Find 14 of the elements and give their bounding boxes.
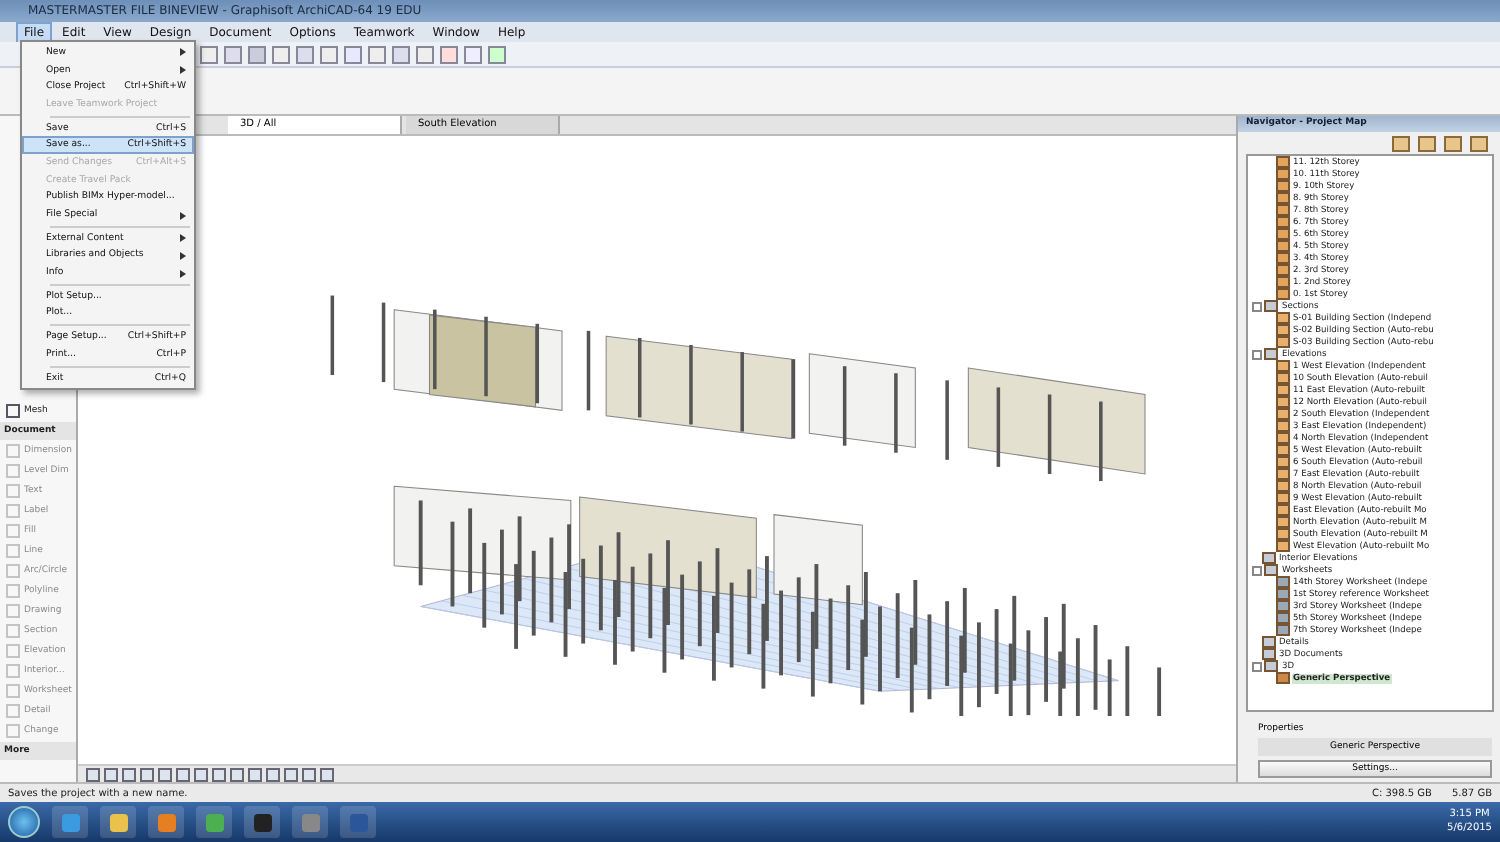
taskbar-app-icon[interactable]: [292, 806, 328, 838]
start-button[interactable]: [8, 806, 40, 838]
folder-icon: [1264, 300, 1278, 312]
collapse-toggle[interactable]: [1252, 349, 1262, 359]
taskbar-app-icon[interactable]: [100, 806, 136, 838]
taskbar-app-icon[interactable]: [244, 806, 280, 838]
taskbar-app-icon[interactable]: [52, 806, 88, 838]
taskbar-app-icon[interactable]: [148, 806, 184, 838]
collapse-toggle[interactable]: [1252, 301, 1262, 311]
folder-icon: [1264, 348, 1278, 360]
taskbar-app-icon[interactable]: [196, 806, 232, 838]
collapse-toggle[interactable]: [1252, 565, 1262, 575]
view-icon: [1275, 672, 1289, 684]
collapse-toggle[interactable]: [1252, 661, 1262, 671]
